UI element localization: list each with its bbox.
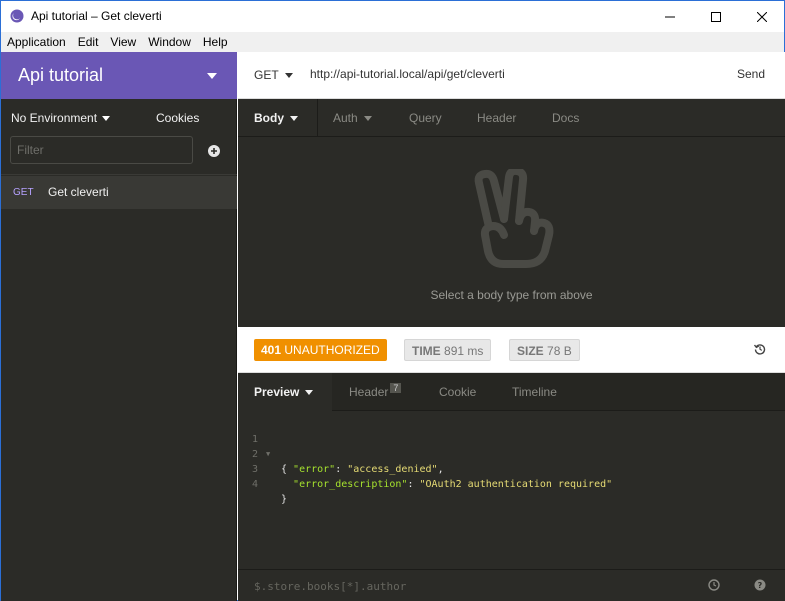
filter-input[interactable]	[11, 137, 192, 163]
method-label: GET	[254, 68, 279, 82]
app-logo-icon	[10, 9, 24, 23]
code-line: 1 ▼ {	[238, 417, 785, 475]
request-name: Get cleverti	[48, 185, 109, 199]
tab-query[interactable]: Query	[409, 111, 442, 125]
menu-window[interactable]: Window	[142, 32, 197, 52]
window-title: Api tutorial – Get cleverti	[31, 9, 162, 23]
maximize-button[interactable]	[693, 1, 739, 32]
request-pane: Body Auth Query Header Docs Select a bod…	[238, 99, 785, 327]
history-icon[interactable]	[754, 343, 766, 355]
size-value: 78 B	[547, 344, 572, 358]
request-tabs: Body Auth Query Header Docs	[238, 99, 785, 137]
size-badge: SIZE 78 B	[509, 339, 580, 361]
workspace-dropdown[interactable]: Api tutorial	[1, 52, 237, 99]
sidebar-divider	[1, 174, 237, 175]
tab-auth[interactable]: Auth	[333, 111, 372, 125]
code-text: "error_description": "OAuth2 authenticat…	[293, 479, 613, 490]
status-code: 401	[261, 343, 282, 357]
status-badge: 401 UNAUTHORIZED	[254, 339, 387, 361]
tab-body-label: Body	[254, 111, 284, 125]
status-text: UNAUTHORIZED	[284, 343, 380, 357]
plus-icon	[211, 148, 217, 154]
header-count-badge: 7	[390, 383, 402, 393]
empty-body-message: Select a body type from above	[430, 288, 593, 302]
response-filter-bar: ?	[238, 569, 785, 601]
add-request-button[interactable]	[208, 145, 220, 157]
caret-down-icon	[102, 115, 111, 121]
line-number: 4	[252, 479, 259, 490]
caret-down-icon	[363, 115, 372, 121]
size-label: SIZE	[517, 344, 544, 358]
tab-preview-label: Preview	[254, 385, 300, 399]
response-pane: Preview Header 7 Cookie Timeline 1 ▼ { 2 …	[238, 373, 785, 601]
environment-label: No Environment	[11, 111, 98, 125]
method-dropdown[interactable]: GET	[254, 68, 293, 82]
close-button[interactable]	[739, 1, 785, 32]
response-body: 1 ▼ { 2 "error": "access_denied", 3 "err…	[238, 417, 785, 505]
help-icon[interactable]: ?	[754, 579, 766, 591]
caret-down-icon	[207, 73, 217, 79]
code-line: 2 "error": "access_denied",	[238, 432, 785, 475]
menu-application[interactable]: Application	[1, 32, 72, 52]
response-status-bar: 401 UNAUTHORIZED TIME 891 ms SIZE 78 B	[238, 327, 785, 373]
url-bar: GET http://api-tutorial.local/api/get/cl…	[238, 52, 785, 99]
jsonpath-filter-input[interactable]	[254, 578, 684, 594]
clock-icon[interactable]	[708, 579, 720, 591]
tab-docs[interactable]: Docs	[552, 111, 579, 125]
menu-view[interactable]: View	[104, 32, 142, 52]
caret-down-icon	[290, 115, 298, 121]
tab-preview[interactable]: Preview	[254, 385, 314, 399]
app-window: Api tutorial – Get cleverti Application …	[0, 0, 785, 601]
workspace-title: Api tutorial	[18, 65, 104, 85]
cookies-button[interactable]: Cookies	[156, 111, 199, 125]
tab-body[interactable]: Body	[254, 111, 298, 125]
time-badge: TIME 891 ms	[404, 339, 492, 361]
environment-dropdown[interactable]: No Environment	[11, 111, 111, 125]
request-item[interactable]: GET Get cleverti	[1, 176, 237, 209]
code-line: 4 }	[238, 462, 785, 505]
code-line: 3 "error_description": "OAuth2 authentic…	[238, 447, 785, 490]
sidebar: Api tutorial No Environment Cookies GET …	[1, 52, 237, 601]
environment-row: No Environment Cookies	[1, 99, 237, 135]
maximize-icon	[711, 11, 721, 22]
minimize-button[interactable]	[647, 1, 693, 32]
tab-divider	[317, 99, 318, 137]
menu-edit[interactable]: Edit	[72, 32, 105, 52]
caret-down-icon	[284, 72, 293, 78]
caret-down-icon	[305, 389, 314, 395]
tab-auth-label: Auth	[333, 111, 358, 125]
peace-hand-icon	[474, 169, 554, 268]
tab-header[interactable]: Header	[477, 111, 516, 125]
time-value: 891 ms	[444, 344, 484, 358]
send-button[interactable]: Send	[737, 67, 765, 81]
tab-response-header-label: Header	[349, 385, 389, 399]
time-label: TIME	[412, 344, 441, 358]
minimize-icon	[665, 16, 675, 17]
title-bar: Api tutorial – Get cleverti	[1, 1, 784, 32]
close-icon	[757, 11, 767, 22]
tab-cookie[interactable]: Cookie	[439, 385, 476, 399]
url-input[interactable]: http://api-tutorial.local/api/get/clever…	[310, 67, 505, 81]
filter-field	[10, 136, 193, 164]
json-value: "OAuth2 authentication required"	[419, 479, 613, 490]
request-method: GET	[13, 187, 34, 198]
svg-text:?: ?	[758, 581, 763, 590]
tab-response-header[interactable]: Header 7	[349, 383, 402, 399]
json-key: "error_description"	[293, 479, 408, 490]
code-text: }	[281, 494, 288, 505]
menu-bar: Application Edit View Window Help	[1, 32, 784, 52]
menu-help[interactable]: Help	[197, 32, 234, 52]
tab-timeline[interactable]: Timeline	[512, 385, 557, 399]
